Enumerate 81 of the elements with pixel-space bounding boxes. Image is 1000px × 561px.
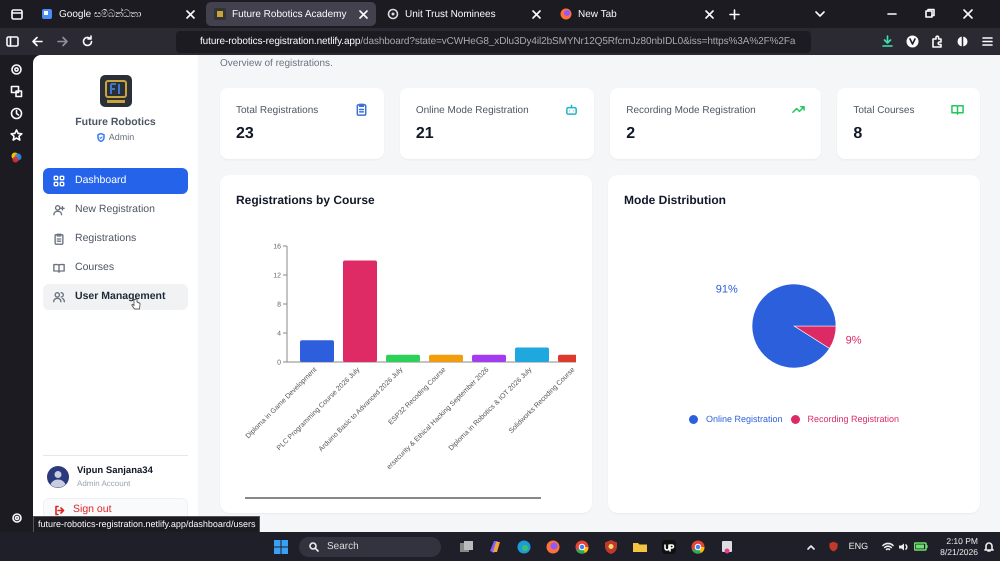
extensions-icon[interactable] <box>931 35 944 48</box>
plus-icon[interactable] <box>729 8 740 20</box>
site-icon <box>41 8 53 20</box>
close-icon[interactable] <box>962 8 974 20</box>
search-icon <box>309 542 319 552</box>
sidebar-toggle-icon[interactable] <box>6 35 19 48</box>
clock-icon[interactable] <box>10 107 23 120</box>
stat-label: Total Courses <box>853 104 914 118</box>
users-icon <box>53 291 65 304</box>
site-icon <box>214 8 226 20</box>
nav-item[interactable]: User Management <box>43 284 188 310</box>
windows-start-icon[interactable] <box>273 538 289 554</box>
role-label: Admin <box>108 130 134 144</box>
nav-item[interactable]: Dashboard <box>43 168 188 194</box>
speaker-icon[interactable] <box>898 542 910 552</box>
shield-check-icon <box>96 133 105 142</box>
chrome-icon[interactable] <box>574 538 590 554</box>
stat-label: Recording Mode Registration <box>626 104 756 118</box>
stat-value: 8 <box>853 124 864 144</box>
chart-title: Registrations by Course <box>236 192 376 209</box>
user-name: Vipun Sanjana34 <box>77 464 153 478</box>
book-icon <box>53 262 65 274</box>
shield-app-icon[interactable] <box>602 538 618 554</box>
browser-tab[interactable]: New Tab <box>552 2 722 26</box>
stat-value: 21 <box>416 124 435 144</box>
download-icon[interactable] <box>881 35 894 48</box>
restore-icon[interactable] <box>924 8 936 20</box>
battery-icon[interactable] <box>914 542 928 551</box>
close-icon[interactable] <box>532 10 541 18</box>
browser-tab[interactable]: Google සම්බන්ධතා <box>33 2 203 26</box>
value-label: 9% <box>846 334 862 346</box>
page-subtitle: Overview of registrations. <box>220 57 334 71</box>
chevron-down-icon[interactable] <box>814 8 826 20</box>
legend-label: Online Registration <box>706 413 782 426</box>
taskbar-search[interactable]: Search <box>299 536 441 556</box>
avatar-icon <box>47 466 69 488</box>
profile-icon[interactable] <box>906 35 919 48</box>
stat-label: Online Mode Registration <box>416 104 529 118</box>
stat-value: 2 <box>626 124 636 144</box>
value-label: 91% <box>716 283 738 296</box>
back-icon[interactable] <box>31 35 44 48</box>
synced-devices-icon[interactable] <box>10 85 23 98</box>
url-text: future-robotics-registration.netlify.app/dashboard?state=vCWHeG8_xDlu3Dy4il2bSMYNr12Q5RfcmJz80nbIDL0&iss=https%3A%2F%2Fa <box>200 35 796 49</box>
tab-list-icon[interactable] <box>10 8 22 20</box>
user-role: Admin Account <box>77 478 132 490</box>
browser-tab[interactable]: Unit Trust Nominees <box>379 2 549 26</box>
add-user-icon <box>53 204 65 216</box>
clipboard-icon <box>53 233 65 246</box>
star-icon[interactable] <box>10 129 23 142</box>
address-bar[interactable]: future-robotics-registration.netlify.app/dashboard?state=vCWHeG8_xDlu3Dy4il2bSMYNr12Q5RfcmJz80nbIDL0&iss=https%3A%2F%2Fa <box>176 30 811 52</box>
nav-item[interactable]: Courses <box>43 255 188 282</box>
nav-item[interactable]: Registrations <box>43 226 188 252</box>
menu-icon[interactable] <box>981 35 994 48</box>
wifi-icon[interactable] <box>882 542 894 552</box>
clock-time[interactable]: 2:10 PM <box>946 536 978 546</box>
stat-value: 23 <box>236 124 255 144</box>
shape-icon[interactable] <box>956 35 969 48</box>
colorful-logo-icon[interactable] <box>10 151 23 164</box>
firefox-icon[interactable] <box>544 538 560 554</box>
clock-date[interactable]: 8/21/2026 <box>940 546 978 557</box>
forward-icon[interactable] <box>56 35 69 48</box>
close-icon[interactable] <box>359 10 368 18</box>
upwork-icon[interactable] <box>660 538 676 554</box>
browser-tab[interactable]: Future Robotics Academy <box>206 2 376 26</box>
chrome-icon[interactable] <box>690 538 706 554</box>
brand-name: Future Robotics <box>75 115 156 130</box>
close-icon[interactable] <box>705 10 714 18</box>
logout-icon <box>54 504 65 516</box>
grid-icon <box>53 175 65 188</box>
close-icon[interactable] <box>186 10 195 18</box>
legend-label: Recording Registration <box>808 413 900 426</box>
logo-icon <box>100 75 132 107</box>
nav-item[interactable]: New Registration <box>43 197 188 224</box>
language-indicator[interactable]: ENG <box>848 540 868 554</box>
bell-icon[interactable] <box>984 541 994 552</box>
chart-title: Mode Distribution <box>624 192 727 209</box>
task-view-icon[interactable] <box>458 538 474 554</box>
browser-logo-icon <box>560 8 572 20</box>
reload-icon[interactable] <box>81 35 94 48</box>
stat-label: Total Registrations <box>236 104 318 118</box>
edge-icon[interactable] <box>516 538 532 554</box>
